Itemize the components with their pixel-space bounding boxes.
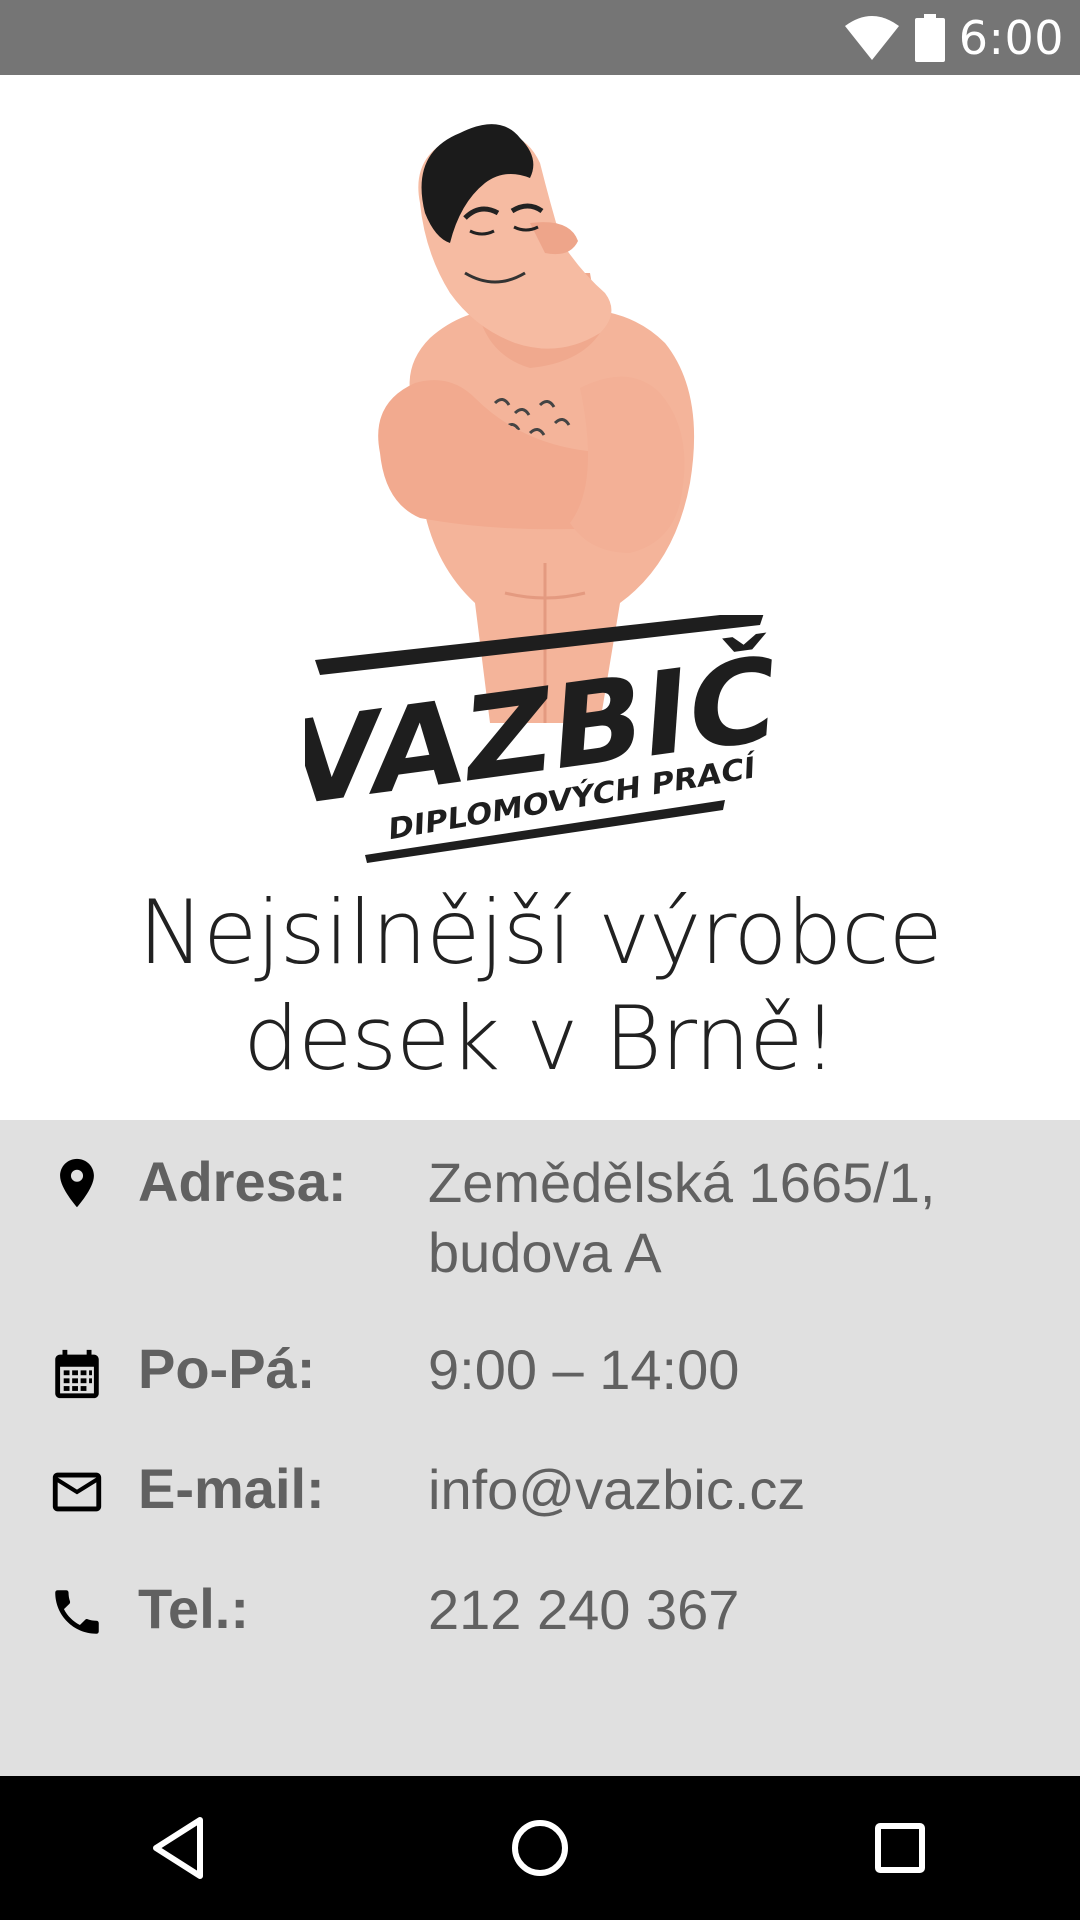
phone-icon — [55, 1590, 99, 1634]
mail-icon — [52, 1472, 102, 1512]
address-label: Adresa: — [138, 1150, 347, 1213]
email-row[interactable]: E-mail: info@vazbic.cz — [0, 1455, 1080, 1535]
hours-row: Po-Pá: 9:00 – 14:00 — [0, 1335, 1080, 1415]
status-bar: 6:00 — [0, 0, 1080, 75]
address-line-1: Zemědělská 1665/1, — [428, 1151, 936, 1214]
contact-info-panel: Adresa: Zemědělská 1665/1, budova A Po-P… — [0, 1120, 1080, 1776]
battery-icon — [914, 13, 945, 62]
recents-icon[interactable] — [864, 1812, 936, 1884]
phone-label: Tel.: — [138, 1577, 249, 1640]
address-line-2: budova A — [428, 1221, 662, 1284]
address-value[interactable]: Zemědělská 1665/1, budova A — [428, 1148, 935, 1288]
phone-link[interactable]: 212 240 367 — [428, 1575, 739, 1645]
tagline: Nejsilnější výrobce desek v Brně! — [0, 880, 1080, 1092]
email-link[interactable]: info@vazbic.cz — [428, 1455, 805, 1525]
phone-row[interactable]: Tel.: 212 240 367 — [0, 1575, 1080, 1655]
location-pin-icon — [60, 1158, 94, 1208]
calendar-icon — [55, 1349, 99, 1399]
tagline-line-2: desek v Brně! — [243, 987, 837, 1090]
hours-label: Po-Pá: — [138, 1337, 316, 1400]
back-icon[interactable] — [144, 1812, 216, 1884]
wifi-icon — [844, 15, 899, 60]
tagline-line-1: Nejsilnější výrobce — [138, 881, 942, 984]
home-icon[interactable] — [504, 1812, 576, 1884]
navigation-bar — [0, 1776, 1080, 1920]
hero-section: VAZBIČ DIPLOMOVÝCH PRACÍ Nejsilnější výr… — [0, 75, 1080, 1120]
hours-value: 9:00 – 14:00 — [428, 1338, 740, 1401]
email-label: E-mail: — [138, 1457, 325, 1520]
address-row[interactable]: Adresa: Zemědělská 1665/1, budova A — [0, 1148, 1080, 1298]
vazbic-logo: VAZBIČ DIPLOMOVÝCH PRACÍ — [305, 615, 775, 863]
status-time: 6:00 — [958, 10, 1064, 65]
